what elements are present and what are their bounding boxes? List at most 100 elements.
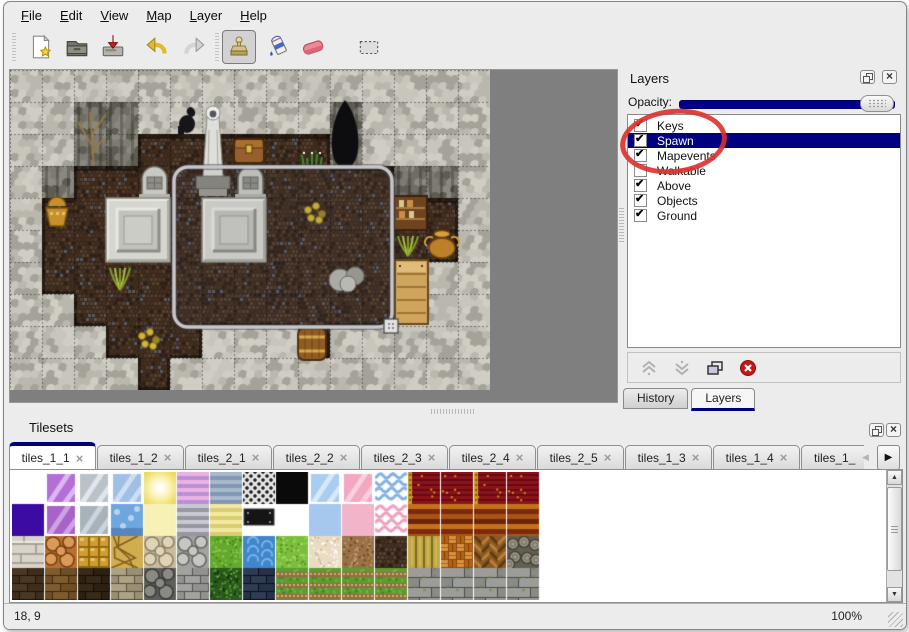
tilesets-panel-title: Tilesets <box>29 420 73 435</box>
tab-close-icon[interactable]: × <box>428 450 436 465</box>
tileset-tab-tiles_1_2[interactable]: tiles_1_2 × <box>97 445 184 470</box>
menu-bar: FileEditViewMapLayerHelp <box>12 6 276 26</box>
layer-label: Spawn <box>657 134 694 148</box>
slider-grip-dots <box>868 99 886 108</box>
tab-close-icon[interactable]: × <box>340 450 348 465</box>
layer-row-mapevents[interactable]: ✔ Mapevents <box>628 148 900 163</box>
stage: FileEditViewMapLayerHelp <box>0 0 909 632</box>
dock-tab-layers[interactable]: Layers <box>691 388 755 411</box>
move-layer-up-button[interactable] <box>640 359 658 377</box>
tab-close-icon[interactable]: × <box>780 450 788 465</box>
delete-icon <box>739 359 757 377</box>
layer-checkbox[interactable]: ✔ <box>634 194 647 207</box>
new-map-icon <box>28 34 54 60</box>
map-canvas[interactable] <box>10 70 490 390</box>
horizontal-splitter[interactable] <box>431 409 475 414</box>
layer-row-walkable[interactable]: Walkable <box>628 163 900 178</box>
tileset-tab-tiles_1_3[interactable]: tiles_1_3 × <box>625 445 712 470</box>
scrollbar-thumb[interactable] <box>887 487 902 571</box>
layer-row-spawn[interactable]: ✔ Spawn <box>628 133 900 148</box>
tileset-tab-tiles_2_3[interactable]: tiles_2_3× <box>361 445 448 470</box>
open-button[interactable] <box>60 30 94 64</box>
layers-float-icon[interactable] <box>860 70 875 84</box>
eraser-tool-button[interactable] <box>296 30 330 64</box>
layer-row-keys[interactable]: ✔Keys <box>628 118 900 133</box>
zoom-level: 100% <box>831 609 862 623</box>
layer-checkbox[interactable]: ✔ <box>634 134 647 147</box>
scroll-down-icon[interactable]: ▼ <box>887 587 902 602</box>
redo-button[interactable] <box>177 30 211 64</box>
open-icon <box>64 34 90 60</box>
select-tool-button[interactable] <box>352 30 386 64</box>
layer-checkbox[interactable]: ✔ <box>634 149 647 162</box>
tab-label: tiles_1_2 <box>110 451 158 465</box>
tab-close-icon[interactable]: × <box>692 450 700 465</box>
tileset-tabs: tiles_1_1×tiles_1_2×tiles_2_1×tiles_2_2×… <box>9 442 864 470</box>
tilesets-float-icon[interactable] <box>869 423 884 437</box>
delete-layer-button[interactable] <box>739 359 757 377</box>
layer-row-objects[interactable]: ✔ Objects <box>628 193 900 208</box>
toolbar-grip[interactable] <box>12 33 16 61</box>
layer-checkbox[interactable]: ✔ <box>634 209 647 222</box>
undo-button[interactable] <box>140 30 174 64</box>
tab-label: tiles_1_1 <box>22 451 70 465</box>
tileset-palette-area: ▲ ▼ <box>9 469 903 603</box>
tab-close-icon[interactable]: × <box>604 450 612 465</box>
save-button[interactable] <box>96 30 130 64</box>
fill-tool-button[interactable] <box>262 30 296 64</box>
layer-row-ground[interactable]: ✔Ground <box>628 208 900 223</box>
stamp-tool-button[interactable] <box>222 30 256 64</box>
layer-label: Mapevents <box>657 149 716 163</box>
menu-view[interactable]: View <box>91 6 137 26</box>
eraser-tool-icon <box>300 34 326 60</box>
opacity-slider-handle[interactable] <box>860 95 894 112</box>
tileset-tab-tiles_1_1[interactable]: tiles_1_1 × <box>9 442 96 470</box>
duplicate-layer-button[interactable] <box>706 359 724 377</box>
menu-map[interactable]: Map <box>137 6 180 26</box>
tab-close-icon[interactable]: × <box>76 451 84 466</box>
tileset-tab-tiles_2_1[interactable]: tiles_2_1× <box>185 445 272 470</box>
stamp-tool-icon <box>227 35 251 59</box>
dock-tabs: HistoryLayers <box>623 388 758 411</box>
tilesets-close-icon[interactable] <box>886 423 901 437</box>
resize-grip[interactable] <box>888 612 903 627</box>
tab-close-icon[interactable]: × <box>516 450 524 465</box>
check-icon: ✔ <box>635 192 644 205</box>
tab-close-icon[interactable]: × <box>164 450 172 465</box>
tab-scroll-right-button[interactable]: ▶ <box>877 445 900 470</box>
menu-file[interactable]: File <box>12 6 51 26</box>
scroll-up-icon[interactable]: ▲ <box>887 470 902 485</box>
layer-row-above[interactable]: ✔Above <box>628 178 900 193</box>
layer-checkbox[interactable]: ✔ <box>634 119 647 132</box>
tab-scroll-left-icon[interactable]: ◀ <box>862 452 869 463</box>
tab-label: tiles_1_3 <box>638 451 686 465</box>
menu-help[interactable]: Help <box>231 6 276 26</box>
layer-checkbox[interactable]: ✔ <box>634 179 647 192</box>
check-icon: ✔ <box>635 117 644 130</box>
layer-list: ✔Keys✔Spawn✔MapeventsWalkable✔Above✔Obje… <box>627 114 901 348</box>
menu-layer[interactable]: Layer <box>181 6 232 26</box>
redo-icon <box>181 34 207 60</box>
menu-edit[interactable]: Edit <box>51 6 91 26</box>
layer-checkbox[interactable] <box>634 164 647 177</box>
dock-tab-history[interactable]: History <box>623 388 688 409</box>
toolbar-grip[interactable] <box>215 33 219 61</box>
layer-buttons-bar <box>627 352 901 383</box>
tileset-tab-tiles_2_5[interactable]: tiles_2_5× <box>537 445 624 470</box>
save-icon <box>100 34 126 60</box>
tileset-tab-tiles_1_4[interactable]: tiles_1_4× <box>713 445 800 470</box>
tileset-tab-tiles_1[interactable]: tiles_1_ <box>801 445 864 470</box>
layer-label: Objects <box>657 194 698 208</box>
tab-close-icon[interactable]: × <box>252 450 260 465</box>
move-layer-down-button[interactable] <box>673 359 691 377</box>
new-map-button[interactable] <box>24 30 58 64</box>
layers-close-icon[interactable] <box>882 70 897 84</box>
undo-icon <box>144 34 170 60</box>
opacity-label: Opacity: <box>628 95 672 109</box>
map-viewport <box>9 69 618 403</box>
tileset-tab-tiles_2_2[interactable]: tiles_2_2× <box>273 445 360 470</box>
vertical-splitter[interactable] <box>619 208 624 242</box>
select-tool-icon <box>356 34 382 60</box>
palette-canvas[interactable] <box>12 472 542 600</box>
tileset-tab-tiles_2_4[interactable]: tiles_2_4× <box>449 445 536 470</box>
